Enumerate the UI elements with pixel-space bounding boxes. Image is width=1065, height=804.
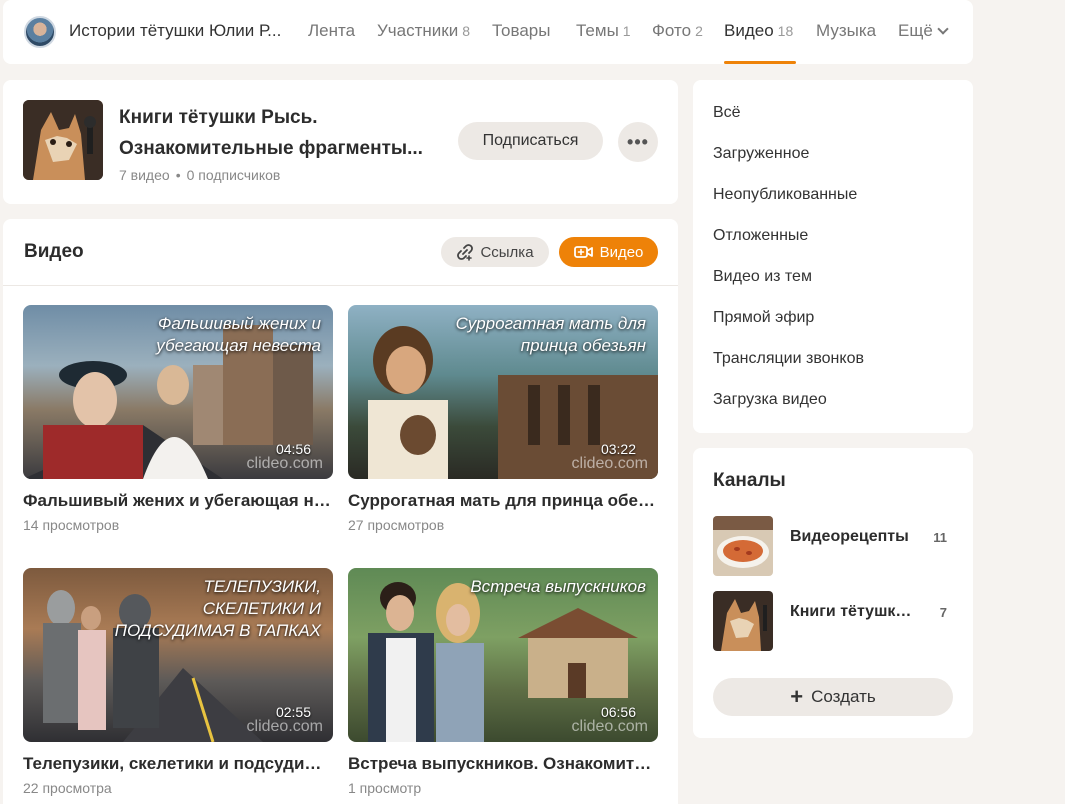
video-duration: 06:56 <box>600 704 636 720</box>
tab-label: Ещё <box>898 21 933 40</box>
group-nav-bar: Истории тётушки Юлии Р... Лента Участник… <box>3 0 973 64</box>
album-meta: 7 видео • 0 подписчиков <box>119 167 280 183</box>
video-title[interactable]: Суррогатная мать для принца обезьян <box>348 491 658 511</box>
video-title[interactable]: Встреча выпускников. Ознакомительный фра… <box>348 754 658 774</box>
filter-unpublished[interactable]: Неопубликованные <box>713 186 857 204</box>
album-subscriber-count: 0 подписчиков <box>186 167 281 183</box>
pizza-image <box>713 516 773 576</box>
lynx-cover-image <box>23 100 103 180</box>
tab-members[interactable]: Участники 8 <box>377 21 470 41</box>
thumbnail-watermark: clideo.com <box>246 718 323 735</box>
video-camera-plus-icon <box>573 246 593 258</box>
tab-label: Темы <box>576 21 619 40</box>
channel-name[interactable]: Книги тётушки Рысь <box>790 603 918 621</box>
video-views: 1 просмотр <box>348 780 422 796</box>
video-views: 27 просмотров <box>348 517 445 533</box>
video-title[interactable]: Фальшивый жених и убегающая невеста <box>23 491 333 511</box>
link-button[interactable]: Ссылка <box>441 237 549 267</box>
video-duration: 03:22 <box>600 441 636 457</box>
thumbnail-watermark: clideo.com <box>571 718 648 735</box>
more-options-button[interactable]: ••• <box>618 122 658 162</box>
thumbnail-overlay-text: Суррогатная мать для принца обезьян <box>455 314 646 355</box>
tab-photos[interactable]: Фото 2 <box>652 21 703 41</box>
tab-music[interactable]: Музыка <box>816 21 876 41</box>
channel-video-count: 7 <box>939 605 947 620</box>
group-avatar[interactable] <box>24 16 56 48</box>
tab-more[interactable]: Ещё <box>898 21 949 41</box>
video-section: Видео Ссылка Видео Фальшивый жених и убе… <box>3 219 678 804</box>
tab-count: 2 <box>695 23 703 39</box>
channels-title: Каналы <box>713 470 786 491</box>
thumbnail-watermark: clideo.com <box>571 455 648 472</box>
channel-thumbnail <box>713 516 773 576</box>
video-thumbnail[interactable]: ТЕЛЕПУЗИКИ, СКЕЛЕТИКИ И ПОДСУДИМАЯ В ТАП… <box>23 568 333 742</box>
video-card[interactable]: Фальшивый жених и убегающая невеста clid… <box>23 305 333 533</box>
add-video-button[interactable]: Видео <box>559 237 658 267</box>
album-cover <box>23 100 103 180</box>
thumbnail-watermark: clideo.com <box>246 455 323 472</box>
video-views: 22 просмотра <box>23 780 112 796</box>
tab-count: 1 <box>622 23 631 39</box>
tab-count: 18 <box>777 23 794 39</box>
channel-item[interactable]: Книги тётушки Рысь 7 <box>713 591 953 651</box>
channels-panel: Каналы Видеорецепты 11 Книги тётушки Ры <box>693 448 973 738</box>
tab-label: Видео <box>724 21 774 40</box>
filter-scheduled[interactable]: Отложенные <box>713 227 808 245</box>
video-views: 14 просмотров <box>23 517 120 533</box>
tab-label: Лента <box>308 21 356 40</box>
divider <box>3 285 678 286</box>
video-duration: 04:56 <box>275 441 311 457</box>
channel-video-count: 11 <box>933 530 947 545</box>
group-title[interactable]: Истории тётушки Юлии Р... <box>69 21 291 41</box>
filter-topic-videos[interactable]: Видео из тем <box>713 268 812 286</box>
album-video-count: 7 видео <box>119 167 170 183</box>
tab-count: 8 <box>462 23 471 39</box>
tab-label: Фото <box>652 21 692 40</box>
video-thumbnail[interactable]: Фальшивый жених и убегающая невеста clid… <box>23 305 333 479</box>
filter-all[interactable]: Всё <box>713 104 741 122</box>
tab-products[interactable]: Товары <box>492 21 550 41</box>
video-thumbnail[interactable]: Встреча выпускников clideo.com 06:56 <box>348 568 658 742</box>
tab-topics[interactable]: Темы 1 <box>576 21 631 41</box>
create-channel-label: Создать <box>811 687 876 706</box>
video-filter-menu: Всё Загруженное Неопубликованные Отложен… <box>693 80 973 433</box>
link-button-label: Ссылка <box>480 243 534 261</box>
chevron-down-icon <box>937 23 949 35</box>
channel-thumbnail <box>713 591 773 651</box>
video-section-title: Видео <box>24 241 84 262</box>
lynx-image <box>713 591 773 651</box>
filter-uploaded[interactable]: Загруженное <box>713 145 809 163</box>
tab-label: Участники <box>377 21 459 40</box>
tab-feed[interactable]: Лента <box>308 21 355 41</box>
filter-upload-video[interactable]: Загрузка видео <box>713 391 827 409</box>
separator-dot: • <box>175 167 181 183</box>
video-duration: 02:55 <box>275 704 311 720</box>
tab-label: Музыка <box>816 21 877 40</box>
add-video-button-label: Видео <box>599 243 644 261</box>
filter-call-broadcasts[interactable]: Трансляции звонков <box>713 350 864 368</box>
channel-name[interactable]: Видеорецепты <box>790 528 918 546</box>
tab-video[interactable]: Видео 18 <box>724 21 793 41</box>
album-title: Книги тётушки Рысь. Ознакомительные фраг… <box>119 107 423 159</box>
channel-item[interactable]: Видеорецепты 11 <box>713 516 953 576</box>
active-tab-indicator <box>724 61 796 64</box>
video-card[interactable]: ТЕЛЕПУЗИКИ, СКЕЛЕТИКИ И ПОДСУДИМАЯ В ТАП… <box>23 568 333 796</box>
video-card[interactable]: Суррогатная мать для принца обезьян clid… <box>348 305 658 533</box>
video-title[interactable]: Телепузики, скелетики и подсудимая в тап… <box>23 754 333 774</box>
link-icon <box>457 244 474 261</box>
create-channel-button[interactable]: + Создать <box>713 678 953 716</box>
video-thumbnail[interactable]: Суррогатная мать для принца обезьян clid… <box>348 305 658 479</box>
thumbnail-overlay-text: Встреча выпускников <box>470 577 646 596</box>
video-card[interactable]: Встреча выпускников clideo.com 06:56 Вст… <box>348 568 658 796</box>
tab-label: Товары <box>492 21 551 40</box>
plus-icon: + <box>790 684 804 709</box>
thumbnail-overlay-text: ТЕЛЕПУЗИКИ, СКЕЛЕТИКИ И ПОДСУДИМАЯ В ТАП… <box>114 577 321 640</box>
subscribe-button[interactable]: Подписаться <box>458 122 603 160</box>
filter-live[interactable]: Прямой эфир <box>713 309 814 327</box>
thumbnail-overlay-text: Фальшивый жених и убегающая невеста <box>156 314 321 355</box>
album-header: Книги тётушки Рысь. Ознакомительные фраг… <box>3 80 678 204</box>
